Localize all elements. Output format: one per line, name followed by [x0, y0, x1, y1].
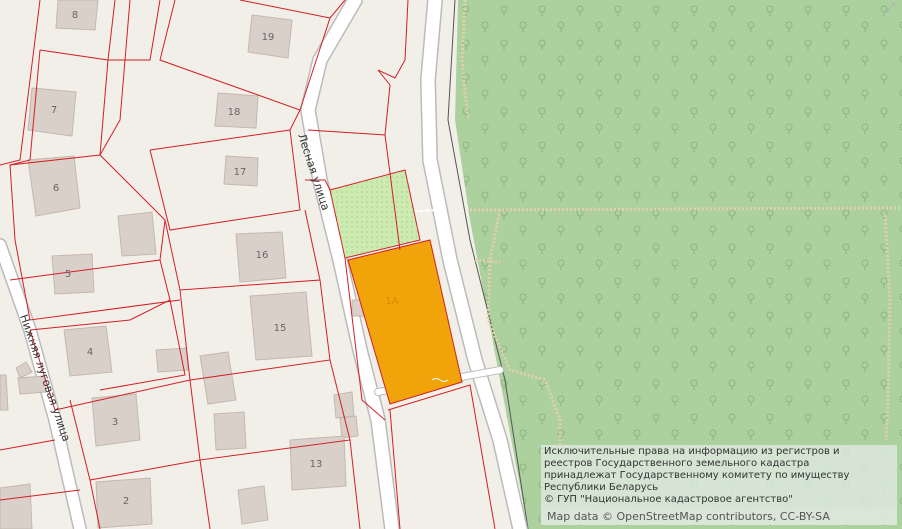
selected-parcel-label: 1А [385, 296, 398, 307]
house-number-19: 19 [262, 32, 275, 43]
attribution-line: Исключительные права на информацию из ре… [544, 446, 840, 457]
osm-attribution: Map data © OpenStreetMap contributors, C… [541, 509, 897, 525]
house-number-8: 8 [72, 10, 78, 21]
attribution-line: Республики Беларусь [544, 482, 659, 493]
attribution-line: © ГУП "Национальное кадастровое агентств… [544, 494, 793, 505]
house-number-7: 7 [51, 105, 57, 116]
expand-icon[interactable]: ⤢ [882, 2, 898, 16]
house-number-6: 6 [53, 183, 59, 194]
house-number-18: 18 [228, 107, 241, 118]
house-number-13: 13 [310, 459, 323, 470]
house-number-5: 5 [65, 269, 71, 280]
house-number-2: 2 [123, 496, 129, 507]
attribution-line: реестров Государственного земельного кад… [544, 458, 810, 469]
attribution-line: принадлежат Государственному комитету по… [544, 470, 850, 481]
house-number-4: 4 [87, 347, 93, 358]
house-number-17: 17 [234, 167, 247, 178]
house-number-3: 3 [112, 417, 118, 428]
house-number-16: 16 [256, 250, 269, 261]
map-view[interactable]: 8 19 7 18 17 6 16 5 15 4 3 13 2 1А Лесна… [0, 0, 902, 529]
house-number-15: 15 [274, 323, 287, 334]
